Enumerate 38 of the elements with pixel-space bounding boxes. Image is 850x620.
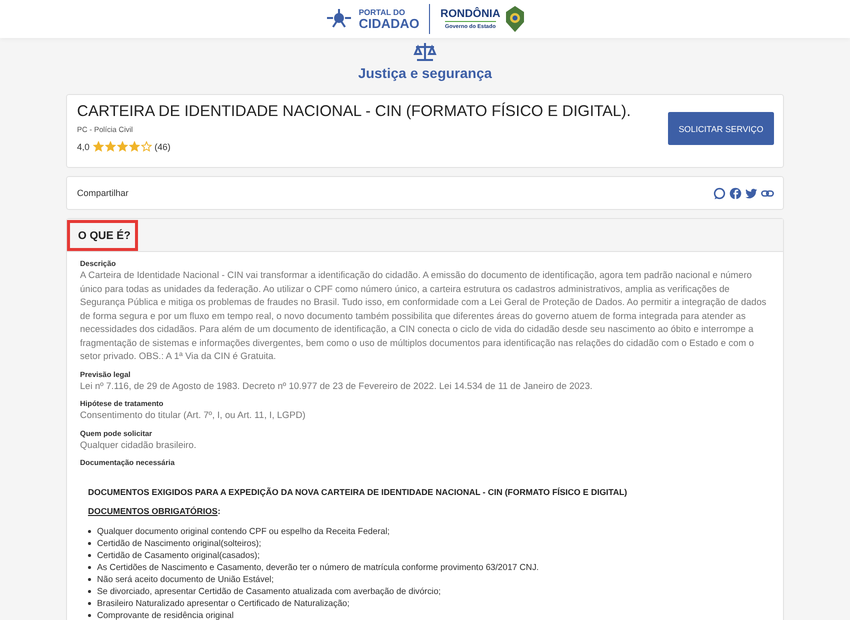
share-label: Compartilhar: [77, 188, 129, 198]
field-value: Lei nº 7.116, de 29 de Agosto de 1983. Decreto nº 10.977 de 23 de Fevereiro de 2022. Lei 14.534 de 11 de Janeiro de 2023.: [80, 380, 594, 393]
bullet-icon: [88, 602, 91, 604]
list-item: Certidão de Nascimento original(solteiros);: [97, 537, 262, 549]
state-logo-text: RONDÔNIA: [440, 8, 500, 21]
service-title: CARTEIRA DE IDENTIDADE NACIONAL - CIN (FORMATO FÍSICO E DIGITAL).: [77, 103, 631, 121]
portal-logo-text: CIDADAO: [358, 16, 420, 30]
list-item: Brasileiro Naturalizado apresentar o Certificado de Naturalização;: [97, 597, 350, 609]
list-item: Comprovante de residência original: [97, 609, 234, 620]
list-item: Se divorciado, apresentar Certidão de Casamento atualizada com averbação de divórcio;: [97, 585, 441, 597]
scales-icon: [412, 41, 437, 63]
bullet-icon: [88, 554, 91, 556]
rating-value: 4,0: [77, 142, 90, 152]
portal-logo-text: PORTAL DO: [358, 8, 406, 16]
request-service-button[interactable]: SOLICITAR SERVIÇO: [668, 112, 774, 145]
documents-heading: DOCUMENTOS EXIGIDOS PARA A EXPEDIÇÃO DA NOVA CARTEIRA DE IDENTIDADE NACIONAL - CIN (FORMATO FÍSICO E DIGITAL): [88, 487, 628, 497]
bullet-icon: [88, 566, 91, 568]
bullet-icon: [88, 590, 91, 592]
bullet-icon: [88, 542, 91, 544]
list-item: Qualquer documento original contendo CPF ou espelho da Receita Federal;: [97, 525, 390, 537]
field-value: A Carteira de Identidade Nacional - CIN vai transformar a identificação do cidadão. A emissão do documento de identificação, agora tem padrão nacional e número único para todas as unidades da federação. Ao utilizar o CPF como número único, a carteira estrutura os cadastros administrativos, amplia as verificações de Segurança Pública e mitiga os problemas de fraudes no Brasil. Tudo isso, em conformidade com a Lei Geral de Proteção de Dados. Ao permitir a integração de dados de forma segura e por um fluxo em tempo real, o novo documento também possibilita que diferentes áreas do governo atuem de forma integrada para atender as necessidades dos cidadãos. Para além de um documento de identificação, a CIN conecta o ciclo de vida do cidadão desde seu nascimento ao óbito e interrompe a fragmentação de sistemas e informações divergentes, bem como o uso de múltiplos documentos para identificação nas relações do cidadão com o Estado e com o setor privado. OBS.: A 1ª Via da CIN é Gratuita.: [80, 269, 768, 363]
review-count: (46): [154, 142, 171, 152]
list-item: As Certidões de Nascimento e Casamento, deverão ter o número de matrícula conforme provimento 63/2017 CNJ.: [97, 561, 539, 573]
bullet-icon: [88, 578, 91, 580]
field-value: Consentimento do titular (Art. 7º, I, ou Art. 11, I, LGPD): [80, 409, 306, 422]
section-title: O QUE É?: [67, 220, 138, 250]
facebook-icon[interactable]: [729, 186, 742, 200]
colon-text: :: [218, 506, 220, 516]
documents-subheading: DOCUMENTOS OBRIGATÓRIOS: [88, 506, 218, 516]
bird-icon[interactable]: [745, 186, 758, 200]
bullet-icon: [88, 614, 91, 616]
list-item: Não será aceito documento de União Estável;: [97, 573, 274, 585]
whatsapp-icon[interactable]: [713, 186, 726, 200]
category-title: Justiça e segurança: [358, 65, 492, 81]
bullet-icon: [88, 530, 91, 532]
coat-of-arms-icon: [504, 5, 526, 33]
list-item: Certidão de Casamento original(casados);: [97, 549, 260, 561]
field-value: Qualquer cidadão brasileiro.: [80, 438, 198, 452]
